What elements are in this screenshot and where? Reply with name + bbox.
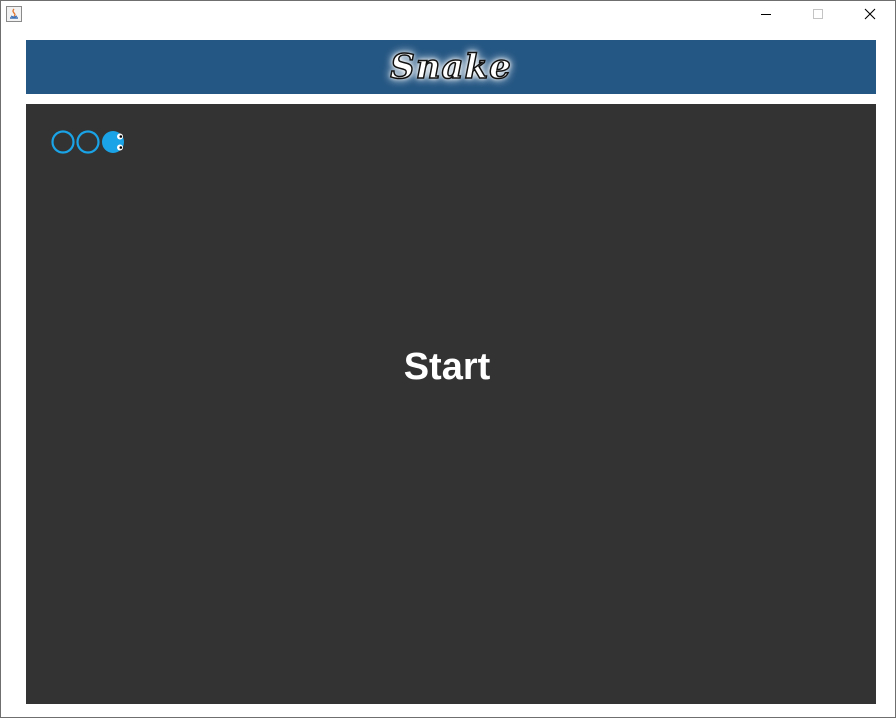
snake-eye: [117, 144, 123, 151]
snake-head: [102, 131, 124, 153]
java-app-icon[interactable]: [6, 6, 22, 22]
title-banner: Snake: [26, 40, 876, 94]
maximize-icon: [812, 7, 824, 25]
minimize-icon: [760, 7, 772, 25]
app-window: Snake Start: [0, 0, 896, 718]
close-button[interactable]: [847, 1, 893, 30]
game-title: Snake: [390, 46, 512, 88]
start-button[interactable]: Start: [26, 342, 868, 392]
title-bar[interactable]: [1, 1, 895, 30]
snake-eye: [117, 133, 123, 140]
close-icon: [864, 7, 876, 25]
game-board[interactable]: Start: [26, 104, 876, 704]
snake-body-segment: [51, 130, 75, 154]
snake-body-segment: [76, 130, 100, 154]
snake: [51, 130, 124, 154]
maximize-button[interactable]: [795, 1, 841, 30]
minimize-button[interactable]: [743, 1, 789, 30]
